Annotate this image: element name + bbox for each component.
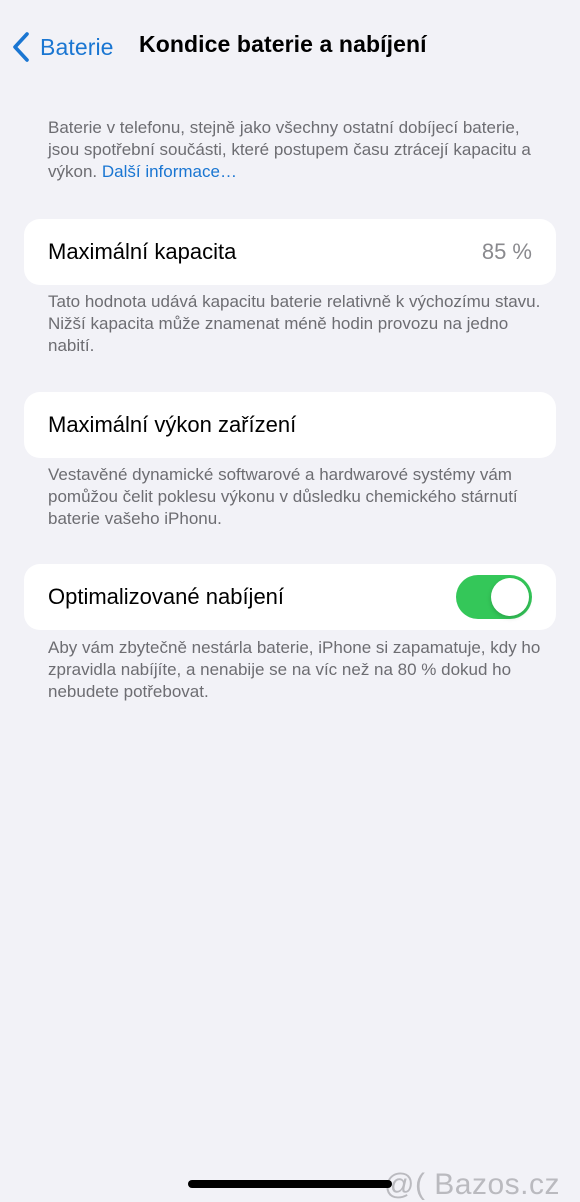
back-button-label: Baterie bbox=[40, 33, 114, 60]
page-title: Kondice baterie a nabíjení bbox=[139, 31, 427, 57]
back-button[interactable]: Baterie bbox=[10, 28, 114, 66]
home-indicator[interactable] bbox=[188, 1180, 392, 1188]
watermark: @( Bazos.cz bbox=[384, 1168, 560, 1201]
maximum-capacity-row: Maximální kapacita 85 % bbox=[24, 219, 556, 285]
peak-performance-footnote: Vestavěné dynamické softwarové a hardwar… bbox=[48, 465, 518, 528]
chevron-left-icon bbox=[10, 31, 32, 63]
peak-performance-label: Maximální výkon zařízení bbox=[48, 412, 297, 437]
intro-text: Baterie v telefonu, stejně jako všechny … bbox=[48, 117, 548, 183]
toggle-knob bbox=[491, 578, 529, 616]
maximum-capacity-value: 85 % bbox=[481, 239, 532, 264]
navigation-bar: Baterie Kondice baterie a nabíjení bbox=[0, 0, 580, 92]
optimized-charging-row: Optimalizované nabíjení bbox=[24, 564, 556, 630]
maximum-capacity-label: Maximální kapacita bbox=[48, 239, 237, 264]
optimized-charging-toggle[interactable] bbox=[456, 575, 532, 619]
optimized-charging-label: Optimalizované nabíjení bbox=[48, 584, 285, 609]
peak-performance-row: Maximální výkon zařízení bbox=[24, 392, 556, 458]
learn-more-link[interactable]: Další informace… bbox=[102, 162, 237, 181]
optimized-charging-footnote: Aby vám zbytečně nestárla baterie, iPhon… bbox=[48, 638, 541, 701]
maximum-capacity-footnote: Tato hodnota udává kapacitu baterie rela… bbox=[48, 292, 541, 355]
